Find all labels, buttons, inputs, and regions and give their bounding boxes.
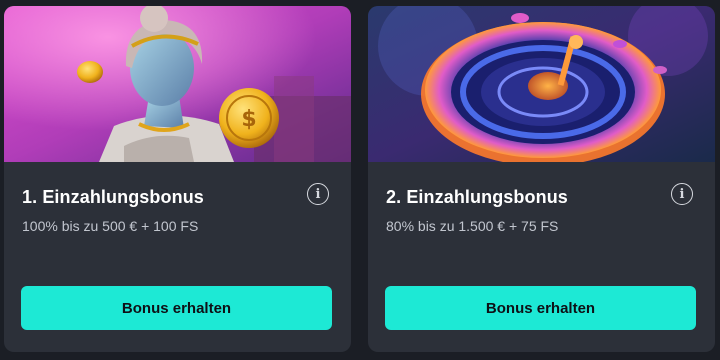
bonus-title: 1. Einzahlungsbonus [22, 187, 204, 207]
roulette-wheel-image [368, 6, 715, 162]
statue-coin-image: $ [4, 6, 351, 162]
get-bonus-button[interactable]: Bonus erhalten [385, 286, 696, 330]
get-bonus-button[interactable]: Bonus erhalten [21, 286, 332, 330]
bonus-description: 100% bis zu 500 € + 100 FS [22, 218, 199, 234]
info-icon[interactable]: i [307, 183, 329, 205]
bonus-title: 2. Einzahlungsbonus [386, 187, 568, 207]
bonus-description: 80% bis zu 1.500 € + 75 FS [386, 218, 559, 234]
info-icon[interactable]: i [671, 183, 693, 205]
svg-text:$: $ [241, 107, 256, 132]
bonus-card-1: $ 1. Einzahlungsbonus 100% bis zu 500 € … [4, 6, 351, 352]
bonus-card-2: 2. Einzahlungsbonus 80% bis zu 1.500 € +… [368, 6, 715, 352]
